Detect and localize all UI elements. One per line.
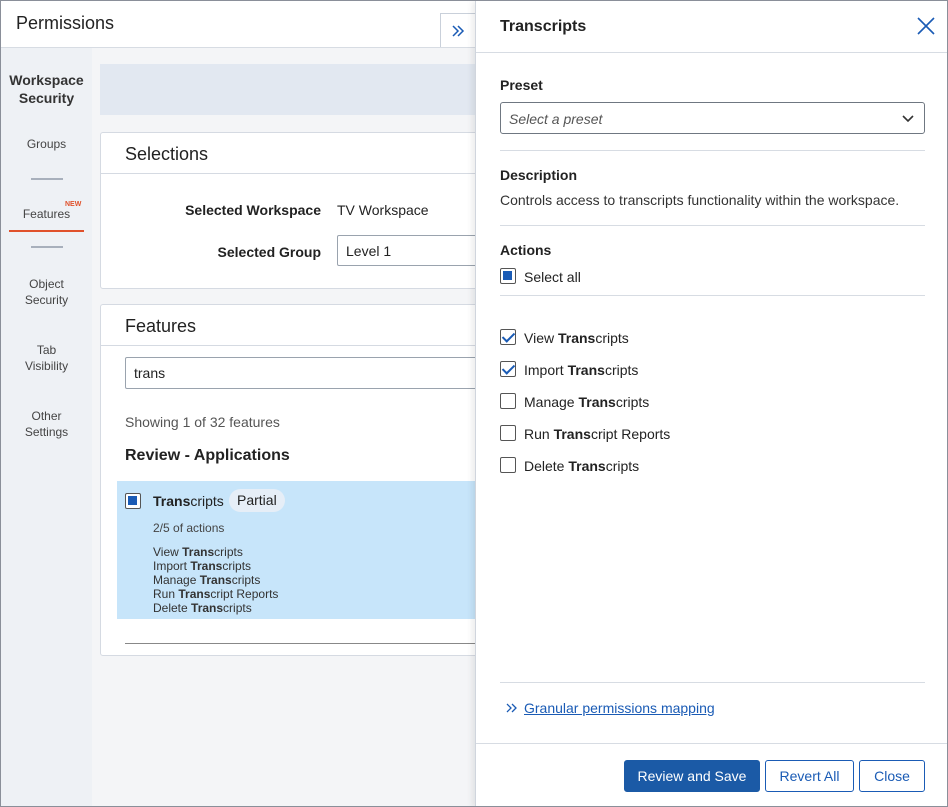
- selected-group-select[interactable]: Level 1: [337, 235, 487, 266]
- action-label: Run Transcript Reports: [524, 426, 671, 442]
- preset-select[interactable]: Select a preset: [500, 102, 925, 134]
- section-divider: [500, 150, 925, 151]
- page-title: Permissions: [16, 13, 115, 33]
- sidebar-item-label: Features: [22, 207, 71, 221]
- sidebar-item-tab-visibility[interactable]: Tab Visibility: [1, 342, 92, 374]
- feature-detail-panel: Transcripts Preset Select a preset Descr…: [475, 1, 947, 806]
- new-badge: NEW: [65, 201, 82, 208]
- feature-row-transcripts[interactable]: Transcripts Partial 2/5 of actions View …: [117, 481, 481, 619]
- selected-group-label: Selected Group: [217, 244, 321, 260]
- sidebar-item-groups[interactable]: Groups: [1, 136, 92, 152]
- action-checkbox[interactable]: [500, 393, 516, 409]
- action-checkbox[interactable]: [500, 361, 516, 377]
- action-checkbox[interactable]: [500, 425, 516, 441]
- close-icon: [917, 17, 935, 35]
- action-checkbox[interactable]: [500, 329, 516, 345]
- footer-divider: [476, 743, 947, 744]
- double-chevron-right-icon: [506, 703, 517, 713]
- panel-header: Transcripts: [476, 1, 947, 53]
- preset-label: Preset: [500, 77, 543, 93]
- feature-search-input[interactable]: trans: [125, 357, 485, 389]
- feature-checkbox[interactable]: [125, 493, 141, 509]
- description-text: Controls access to transcripts functiona…: [500, 192, 900, 208]
- collapse-panel-button[interactable]: [440, 13, 476, 47]
- feature-action-item: View Transcripts: [153, 545, 243, 559]
- sidebar-item-label: Groups: [26, 137, 67, 151]
- action-label: Manage Transcripts: [524, 394, 650, 410]
- header: Permissions: [1, 1, 475, 48]
- close-button[interactable]: Close: [859, 760, 925, 792]
- action-label: Import Transcripts: [524, 362, 639, 378]
- showing-count: Showing 1 of 32 features: [125, 414, 280, 430]
- close-panel-button[interactable]: [915, 15, 937, 37]
- granular-permissions-link[interactable]: Granular permissions mapping: [524, 700, 715, 716]
- sidebar-heading-text: Workspace Security: [9, 72, 84, 106]
- features-card: Features trans Showing 1 of 32 features …: [100, 304, 485, 656]
- card-divider: [101, 345, 479, 346]
- select-all-label: Select all: [524, 269, 581, 285]
- sidebar-item-features[interactable]: Features: [1, 206, 92, 222]
- sidebar-item-object-security[interactable]: Object Security: [1, 276, 92, 308]
- feature-action-item: Run Transcript Reports: [153, 587, 279, 601]
- action-label: View Transcripts: [524, 330, 629, 346]
- sidebar-item-label: Tab Visibility: [24, 343, 69, 373]
- card-divider: [101, 173, 479, 174]
- review-and-save-button[interactable]: Review and Save: [624, 760, 760, 792]
- main-content: Selections Selected Workspace TV Workspa…: [92, 48, 487, 806]
- double-chevron-right-icon: [452, 24, 465, 37]
- feature-name-bold: Trans: [153, 493, 191, 509]
- sidebar-item-label: Object Security: [24, 277, 69, 307]
- section-divider: [500, 682, 925, 683]
- feature-action-item: Import Transcripts: [153, 559, 252, 573]
- panel-title: Transcripts: [500, 18, 587, 35]
- selected-workspace-label: Selected Workspace: [185, 202, 321, 218]
- feature-name-rest: cripts: [190, 493, 224, 509]
- features-title: Features: [125, 316, 197, 336]
- selected-group-value: Level 1: [346, 243, 392, 259]
- sidebar: Workspace Security Groups Features NEW O…: [1, 48, 92, 806]
- action-checkbox[interactable]: [500, 457, 516, 473]
- section-divider: [500, 295, 925, 296]
- feature-action-item: Manage Transcripts: [153, 573, 261, 587]
- description-label: Description: [500, 167, 578, 183]
- sidebar-separator: [31, 246, 63, 248]
- select-all-checkbox[interactable]: [500, 268, 516, 284]
- sidebar-separator: [31, 178, 63, 180]
- action-label: Delete Transcripts: [524, 458, 640, 474]
- revert-all-button[interactable]: Revert All: [765, 760, 854, 792]
- selections-title: Selections: [125, 144, 209, 164]
- chevron-down-icon: [902, 115, 914, 123]
- section-divider: [500, 225, 925, 226]
- selections-card: Selections Selected Workspace TV Workspa…: [100, 132, 487, 289]
- feature-name: Transcripts: [153, 493, 224, 509]
- feature-action-list: View Transcripts Import Transcripts Mana…: [153, 545, 278, 615]
- app-window: Permissions Workspace Security Groups Fe…: [0, 0, 948, 807]
- feature-group-title: Review - Applications: [125, 447, 290, 464]
- sidebar-item-label: Other Settings: [24, 409, 69, 439]
- sidebar-item-other-settings[interactable]: Other Settings: [1, 408, 92, 440]
- actions-label: Actions: [500, 242, 552, 258]
- action-count: 2/5 of actions: [153, 521, 225, 535]
- banner: [100, 64, 480, 115]
- selected-workspace-value: TV Workspace: [337, 202, 429, 218]
- search-value: trans: [134, 365, 166, 381]
- active-indicator: [9, 230, 84, 232]
- sidebar-heading: Workspace Security: [1, 71, 92, 107]
- preset-placeholder: Select a preset: [509, 111, 603, 127]
- list-bottom-divider: [125, 643, 485, 644]
- feature-action-item: Delete Transcripts: [153, 601, 252, 615]
- status-badge: Partial: [229, 489, 285, 512]
